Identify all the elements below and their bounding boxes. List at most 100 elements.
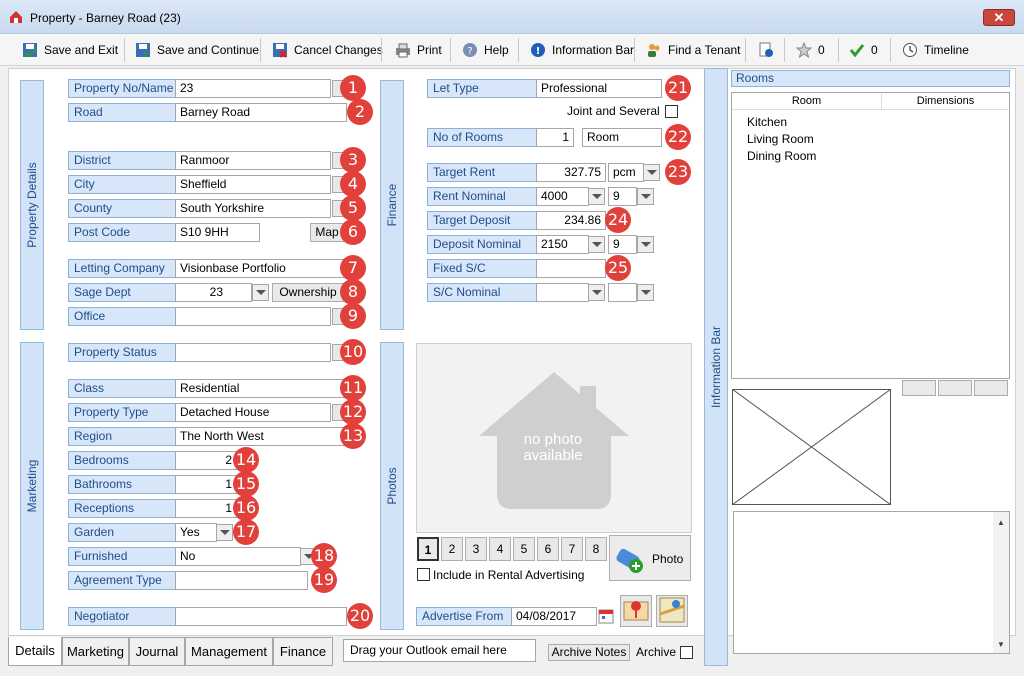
property-details-section-tab[interactable]: Property Details xyxy=(20,80,44,330)
deposit-nominal-dropdown[interactable] xyxy=(588,236,605,253)
sc-nominal-code-dropdown[interactable] xyxy=(637,284,654,301)
room-unit-field[interactable]: Room xyxy=(582,128,662,147)
rooms-action-button-3[interactable] xyxy=(974,380,1008,396)
sc-nominal-field[interactable] xyxy=(536,283,589,302)
city-field[interactable]: Sheffield xyxy=(175,175,331,194)
calendar-icon[interactable] xyxy=(598,608,614,624)
properties-info-button[interactable] xyxy=(758,39,774,61)
include-rental-checkbox[interactable] xyxy=(417,568,430,581)
no-of-rooms-field[interactable]: 1 xyxy=(536,128,574,147)
photo-page-button[interactable]: 2 xyxy=(441,537,463,561)
rent-nominal-code-dropdown[interactable] xyxy=(637,188,654,205)
rent-period-field[interactable]: pcm xyxy=(608,163,644,182)
tab-finance[interactable]: Finance xyxy=(273,637,333,666)
deposit-nominal-code-dropdown[interactable] xyxy=(637,236,654,253)
street-map-button[interactable] xyxy=(656,595,688,627)
property-no-field[interactable]: 23 xyxy=(175,79,331,98)
bedrooms-field[interactable]: 2 xyxy=(175,451,237,470)
letting-company-field[interactable]: Visionbase Portfolio xyxy=(175,259,347,278)
rooms-action-button-1[interactable] xyxy=(902,380,936,396)
archive-notes-button[interactable]: Archive Notes xyxy=(548,644,630,661)
garden-field[interactable]: Yes xyxy=(175,523,217,542)
district-field[interactable]: Ranmoor xyxy=(175,151,331,170)
photo-page-button[interactable]: 8 xyxy=(585,537,607,561)
rent-nominal-code-field[interactable]: 9 xyxy=(608,187,637,206)
photo-page-button[interactable]: 4 xyxy=(489,537,511,561)
cancel-changes-button[interactable]: Cancel Changes xyxy=(272,39,383,61)
photo-page-button[interactable]: 5 xyxy=(513,537,535,561)
deposit-nominal-field[interactable]: 2150 xyxy=(536,235,589,254)
garden-dropdown[interactable] xyxy=(216,524,233,541)
timeline-button[interactable]: Timeline xyxy=(902,39,969,61)
callout-badge: 20 xyxy=(347,603,373,629)
region-field[interactable]: The North West xyxy=(175,427,347,446)
photo-page-button[interactable]: 1 xyxy=(417,537,439,561)
tab-journal[interactable]: Journal xyxy=(129,637,185,666)
photo-page-button[interactable]: 6 xyxy=(537,537,559,561)
notes-area[interactable]: ▲ ▼ xyxy=(733,511,1010,654)
bathrooms-field[interactable]: 1 xyxy=(175,475,237,494)
help-button[interactable]: ? Help xyxy=(462,39,509,61)
receptions-field[interactable]: 1 xyxy=(175,499,237,518)
tab-marketing[interactable]: Marketing xyxy=(62,637,129,666)
rent-period-dropdown[interactable] xyxy=(643,164,660,181)
city-label: City xyxy=(68,175,176,194)
target-deposit-field[interactable]: 234.86 xyxy=(536,211,606,230)
property-type-field[interactable]: Detached House xyxy=(175,403,331,422)
information-bar-button[interactable]: ! Information Bar xyxy=(530,39,634,61)
room-column-header[interactable]: Room xyxy=(732,93,882,110)
furnished-field[interactable]: No xyxy=(175,547,301,566)
map-location-button[interactable] xyxy=(620,595,652,627)
agreement-type-field[interactable] xyxy=(175,571,308,590)
sc-nominal-code-field[interactable] xyxy=(608,283,637,302)
room-row[interactable]: Kitchen xyxy=(747,115,787,129)
target-rent-field[interactable]: 327.75 xyxy=(536,163,606,182)
photo-page-button[interactable]: 7 xyxy=(561,537,583,561)
find-tenant-button[interactable]: Find a Tenant xyxy=(646,39,741,61)
save-continue-button[interactable]: Save and Continue xyxy=(135,39,259,61)
approve-button[interactable]: 0 xyxy=(849,39,878,61)
toolbar: Save and Exit Save and Continue Cancel C… xyxy=(0,34,1024,66)
photo-page-button[interactable]: 3 xyxy=(465,537,487,561)
property-status-field[interactable] xyxy=(175,343,331,362)
rent-nominal-dropdown[interactable] xyxy=(588,188,605,205)
post-code-field[interactable]: S10 9HH xyxy=(175,223,260,242)
room-row[interactable]: Living Room xyxy=(747,132,814,146)
save-exit-button[interactable]: Save and Exit xyxy=(22,39,118,61)
marketing-section-tab[interactable]: Marketing xyxy=(20,342,44,630)
tab-management[interactable]: Management xyxy=(185,637,273,666)
scroll-down-icon[interactable]: ▼ xyxy=(997,640,1005,649)
favourite-button[interactable]: 0 xyxy=(796,39,825,61)
tab-details[interactable]: Details xyxy=(8,637,62,666)
scroll-up-icon[interactable]: ▲ xyxy=(997,518,1005,527)
notes-scrollbar[interactable]: ▲ ▼ xyxy=(993,512,1009,653)
ownership-button[interactable]: Ownership xyxy=(272,283,344,302)
photo-viewer[interactable]: no photo available xyxy=(416,343,692,533)
sage-dept-dropdown[interactable] xyxy=(252,284,269,301)
finance-section-tab[interactable]: Finance xyxy=(380,80,404,330)
archive-checkbox[interactable] xyxy=(680,646,693,659)
road-field[interactable]: Barney Road xyxy=(175,103,347,122)
fixed-sc-field[interactable] xyxy=(536,259,606,278)
map-button[interactable]: Map xyxy=(310,223,344,242)
deposit-nominal-code-field[interactable]: 9 xyxy=(608,235,637,254)
class-field[interactable]: Residential xyxy=(175,379,347,398)
photos-section-tab[interactable]: Photos xyxy=(380,342,404,630)
add-photo-button[interactable]: Photo xyxy=(609,535,691,581)
county-field[interactable]: South Yorkshire xyxy=(175,199,331,218)
print-button[interactable]: Print xyxy=(395,39,442,61)
sc-nominal-dropdown[interactable] xyxy=(588,284,605,301)
sage-dept-field[interactable]: 23 xyxy=(175,283,252,302)
joint-several-checkbox[interactable] xyxy=(665,105,678,118)
negotiator-field[interactable] xyxy=(175,607,347,626)
advertise-from-field[interactable]: 04/08/2017 xyxy=(511,607,597,626)
let-type-field[interactable]: Professional xyxy=(536,79,662,98)
room-row[interactable]: Dining Room xyxy=(747,149,816,163)
office-field[interactable] xyxy=(175,307,331,326)
information-bar-section-tab[interactable]: Information Bar xyxy=(704,68,728,666)
rooms-action-button-2[interactable] xyxy=(938,380,972,396)
dimensions-column-header[interactable]: Dimensions xyxy=(882,93,1009,110)
rent-nominal-field[interactable]: 4000 xyxy=(536,187,589,206)
outlook-drop-zone[interactable]: Drag your Outlook email here xyxy=(343,639,536,662)
close-button[interactable]: ✕ xyxy=(983,9,1015,26)
